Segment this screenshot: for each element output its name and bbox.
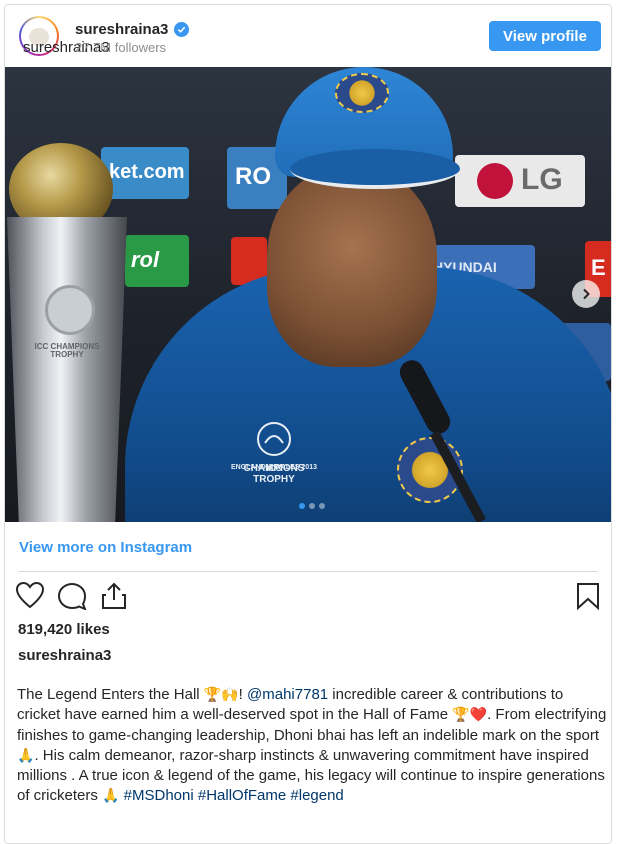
sponsor-text: rol: [131, 247, 160, 272]
sponsor-text: LG: [521, 163, 563, 196]
player-face: [267, 167, 437, 367]
username[interactable]: sureshraina3: [75, 21, 168, 38]
hashtag-link[interactable]: #MSDhoni: [124, 787, 194, 804]
post-header: sureshraina3 sureshraina3 27.7M follower…: [5, 5, 611, 67]
caption-author[interactable]: sureshraina3: [18, 647, 111, 664]
trophy-clap-emoji: 🏆🙌: [203, 687, 239, 703]
sponsor-text: ket.com: [109, 161, 185, 183]
cap-crest-icon: [335, 73, 389, 113]
followers-count: 27.7M followers: [75, 40, 167, 55]
sponsor-board: ket.com: [101, 147, 189, 199]
carousel-dots: [299, 503, 325, 509]
hashtag-link[interactable]: #HallOfFame: [198, 787, 286, 804]
username-row: sureshraina3: [75, 21, 190, 38]
verified-badge-icon: [174, 22, 190, 37]
lg-logo-icon: [477, 163, 513, 199]
trophy-heart-emoji: 🏆❤️: [452, 707, 488, 724]
folded-hands-emoji: 🙏: [17, 747, 35, 764]
trophy-body: [7, 217, 127, 522]
share-icon[interactable]: [99, 581, 129, 611]
carousel-dot: [309, 503, 315, 509]
chevron-right-icon: [583, 288, 590, 300]
post-caption: The Legend Enters the Hall 🏆🙌! @mahi7781…: [17, 685, 607, 807]
champions-trophy-badge: ICC CHAMPIONS TROPHY ENGLAND & WALES 201…: [227, 421, 321, 503]
divider: [18, 571, 598, 572]
bookmark-icon[interactable]: [576, 582, 600, 610]
sponsor-text: RO: [235, 163, 271, 190]
player-cap-brim: [290, 149, 460, 189]
sponsor-board: LG: [455, 155, 585, 207]
caption-text: !: [238, 686, 248, 703]
trophy-emblem: [45, 285, 95, 335]
badge-text: ENGLAND & WALES 2013: [231, 464, 317, 471]
like-heart-icon[interactable]: [15, 581, 45, 609]
mention-link[interactable]: @mahi7781: [247, 686, 328, 703]
view-more-on-instagram-link[interactable]: View more on Instagram: [19, 539, 192, 556]
instagram-embed-card: sureshraina3 sureshraina3 27.7M follower…: [4, 4, 612, 844]
trophy-text: ICC CHAMPIONS TROPHY: [34, 342, 100, 360]
view-profile-button[interactable]: View profile: [489, 21, 601, 51]
carousel-dot: [299, 503, 305, 509]
carousel-dot: [319, 503, 325, 509]
comment-icon[interactable]: [57, 582, 87, 610]
caption-text: The Legend Enters the Hall: [17, 686, 204, 703]
sponsor-text: E: [591, 255, 606, 280]
folded-hands-emoji: 🙏: [102, 788, 120, 805]
next-photo-button[interactable]: [572, 280, 600, 308]
badge-logo-icon: [257, 422, 291, 456]
sponsor-board: rol: [125, 235, 189, 287]
post-photo[interactable]: ket.com RO LG rol HYUNDAI E ICC CHAMPION…: [5, 67, 611, 522]
hashtag-link[interactable]: #legend: [290, 787, 343, 804]
likes-count[interactable]: 819,420 likes: [18, 621, 110, 638]
